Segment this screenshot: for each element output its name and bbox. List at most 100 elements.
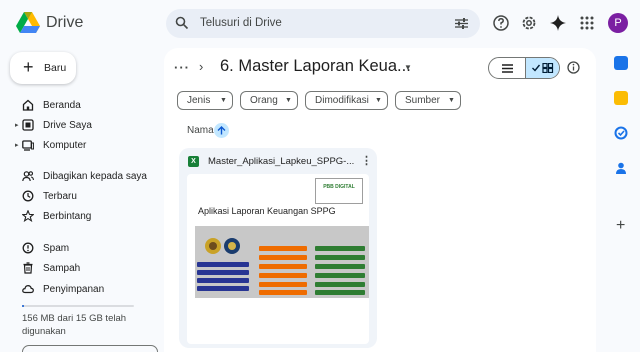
expand-icon[interactable]: ▸: [15, 121, 19, 129]
view-toggle: [488, 57, 560, 79]
search-bar[interactable]: Telusuri di Drive: [166, 9, 480, 38]
avatar[interactable]: P: [608, 13, 628, 33]
dashboard-block: [197, 286, 249, 291]
filter-type-chip[interactable]: Jenis ▼: [177, 91, 233, 110]
sidebar-item-beranda[interactable]: Beranda: [0, 96, 160, 116]
arrow-up-icon: [217, 126, 226, 135]
info-icon[interactable]: [567, 61, 580, 74]
drive-logo[interactable]: Drive: [16, 12, 83, 33]
file-card[interactable]: X Master_Aplikasi_Lapkeu_SPPG-... ⋮ PBB …: [179, 148, 377, 348]
sidebar-item-sampah[interactable]: Sampah: [0, 259, 160, 279]
dashboard-block: [315, 282, 365, 287]
top-bar: Drive Telusuri di Drive P: [0, 0, 640, 48]
list-view-icon: [501, 63, 513, 73]
sidebar-item-label: Komputer: [43, 140, 87, 151]
storage-usage-text: 156 MB dari 15 GB telah digunakan: [22, 313, 127, 337]
breadcrumb-more-icon[interactable]: ···: [174, 60, 190, 75]
filter-chip-label: Jenis: [187, 95, 211, 106]
clock-icon: [22, 190, 34, 202]
filter-chip-label: Orang: [250, 95, 278, 106]
sort-direction-button[interactable]: [214, 123, 229, 138]
sidebar-item-label: Beranda: [43, 100, 81, 111]
new-button-label: Baru: [44, 62, 67, 74]
storage-progress-fill: [22, 305, 25, 307]
expand-icon[interactable]: ▸: [15, 141, 19, 149]
chevron-down-icon: ▼: [448, 97, 455, 104]
thumbnail-dashboard: [195, 226, 369, 298]
sidebar-item-label: Penyimpanan: [43, 284, 105, 295]
dashboard-block: [259, 246, 307, 251]
computer-icon: [22, 140, 34, 151]
sidebar-item-terbaru[interactable]: Terbaru: [0, 187, 160, 207]
grid-view-button[interactable]: [525, 58, 559, 78]
chevron-down-icon: ▼: [220, 97, 227, 104]
calendar-icon[interactable]: [614, 56, 628, 70]
keep-icon[interactable]: [614, 91, 628, 105]
sidebar-item-dibagikan[interactable]: Dibagikan kepada saya: [0, 167, 160, 187]
sidebar-item-label: Sampah: [43, 263, 81, 274]
list-view-button[interactable]: [489, 58, 525, 78]
search-options-icon[interactable]: [455, 17, 468, 30]
sidebar-item-spam[interactable]: Spam: [0, 239, 160, 259]
dashboard-block: [197, 278, 249, 283]
emblem-icon: [205, 238, 240, 254]
new-button[interactable]: + Baru: [10, 52, 76, 84]
more-options-icon[interactable]: ⋮: [361, 154, 372, 167]
sidebar-item-penyimpanan[interactable]: Penyimpanan: [0, 280, 160, 300]
dashboard-block: [315, 264, 365, 269]
folder-menu-caret-icon[interactable]: ▼: [404, 63, 412, 72]
dashboard-block: [259, 290, 307, 295]
chevron-down-icon: ▼: [285, 97, 292, 104]
plus-icon: +: [23, 57, 34, 77]
filter-people-chip[interactable]: Orang ▼: [240, 91, 298, 110]
file-name: Master_Aplikasi_Lapkeu_SPPG-...: [208, 156, 355, 167]
grid-view-icon: [532, 63, 554, 73]
dashboard-block: [315, 246, 365, 251]
search-icon: [175, 16, 189, 30]
search-input[interactable]: Telusuri di Drive: [200, 17, 282, 29]
dashboard-block: [259, 264, 307, 269]
home-icon: [22, 99, 34, 111]
drive-logo-icon: [16, 12, 40, 33]
get-addons-plus-icon[interactable]: +: [616, 218, 625, 234]
sidebar-item-label: Berbintang: [43, 211, 92, 222]
sidebar-item-label: Dibagikan kepada saya: [43, 171, 147, 182]
sort-by-name-button[interactable]: Nama: [187, 125, 214, 136]
filter-modified-chip[interactable]: Dimodifikasi ▼: [305, 91, 388, 110]
sidebar-item-drive-saya[interactable]: ▸ Drive Saya: [0, 116, 160, 136]
spam-icon: [22, 242, 34, 254]
dashboard-block: [259, 282, 307, 287]
contacts-icon[interactable]: [614, 161, 628, 175]
tasks-icon[interactable]: [614, 126, 628, 140]
sidebar-item-label: Spam: [43, 243, 70, 254]
dashboard-block: [259, 255, 307, 260]
page-title[interactable]: 6. Master Laporan Keua...: [220, 57, 411, 76]
shared-icon: [22, 171, 34, 182]
apps-grid-icon[interactable]: [578, 14, 596, 32]
filter-source-chip[interactable]: Sumber ▼: [395, 91, 461, 110]
my-drive-icon: [22, 119, 34, 131]
trash-icon: [23, 262, 33, 274]
dashboard-block: [315, 290, 365, 295]
spreadsheet-icon: X: [188, 156, 199, 167]
chevron-down-icon: ▼: [375, 97, 382, 104]
storage-progress-bar: [22, 305, 134, 307]
thumbnail-title: Aplikasi Laporan Keuangan SPPG: [198, 206, 336, 216]
star-icon: [22, 210, 34, 222]
filter-chip-label: Sumber: [405, 95, 441, 106]
sidebar-item-label: Drive Saya: [43, 120, 92, 131]
dashboard-block: [259, 273, 307, 278]
thumbnail-logo: PBB DIGITAL: [315, 178, 363, 204]
sidebar-item-berbintang[interactable]: Berbintang: [0, 207, 160, 227]
settings-icon[interactable]: [520, 14, 538, 32]
gemini-icon[interactable]: [549, 14, 567, 32]
filter-chip-label: Dimodifikasi: [315, 95, 369, 106]
help-icon[interactable]: [492, 14, 510, 32]
sidebar-item-komputer[interactable]: ▸ Komputer: [0, 136, 160, 156]
cloud-icon: [22, 284, 34, 294]
dashboard-block: [197, 270, 249, 275]
get-more-storage-button[interactable]: [22, 345, 158, 352]
file-thumbnail: PBB DIGITAL Aplikasi Laporan Keuangan SP…: [187, 174, 369, 344]
dashboard-block: [315, 273, 365, 278]
dashboard-block: [315, 255, 365, 260]
